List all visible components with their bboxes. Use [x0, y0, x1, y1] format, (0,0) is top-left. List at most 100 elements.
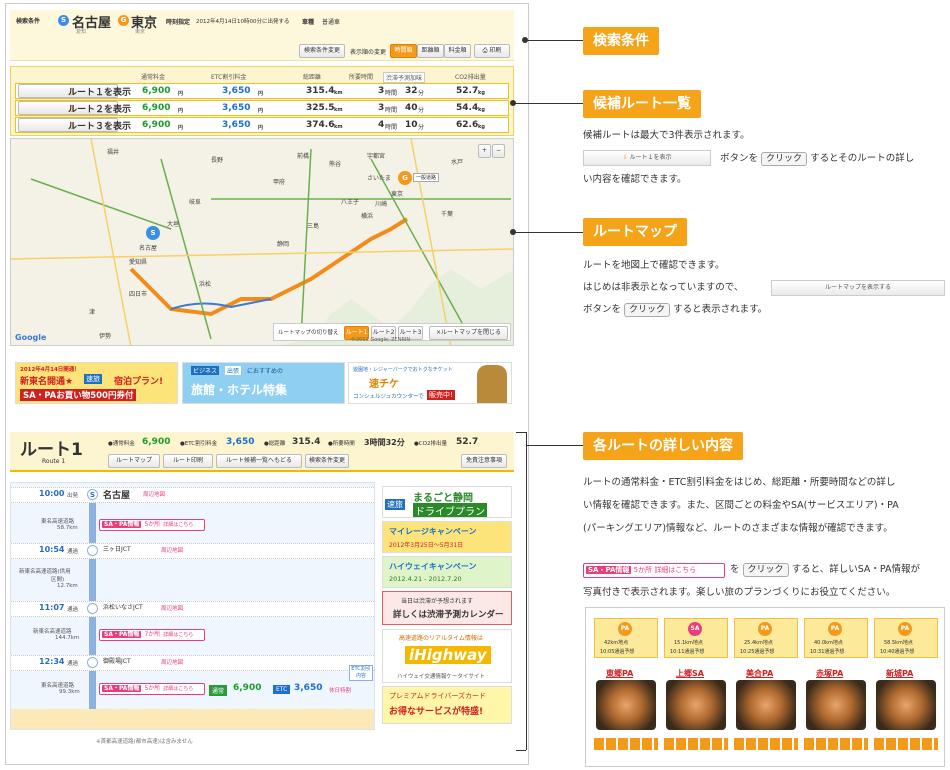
desc-routes-3: い内容を確認できます。	[583, 174, 687, 185]
sa-pa-name[interactable]: 赤塚PA	[816, 668, 843, 679]
ad-shizuoka[interactable]: 速旅 まるごと静岡 ドライブプラン	[382, 486, 512, 518]
route-print-button[interactable]: ルート印刷	[163, 454, 213, 468]
sa-pa-name[interactable]: 上郷SA	[676, 668, 704, 679]
segment-distance: 12.7km	[57, 583, 78, 589]
map-place-label: さいたま	[367, 175, 391, 182]
banner1-line4: 宿泊プラン!	[114, 377, 164, 387]
tag-search-conditions: 検索条件	[583, 27, 659, 55]
connector-detail	[526, 445, 583, 446]
sa-pa-card[interactable]: PA 42km地点 10:05通過予想 東郷PA	[594, 618, 658, 750]
change-conditions-button[interactable]: 検索条件変更	[299, 44, 345, 58]
sample-route-button: ⇩ ルート１を表示	[583, 150, 711, 166]
concierge-illustration	[477, 365, 507, 403]
banner-tickets[interactable]: 遊園地・レジャーパークでおトクなチケット 速チケ コンシェルジュカウンターで 販…	[348, 362, 512, 404]
sa-pa-facility-icons	[594, 738, 658, 750]
sa-pa-name[interactable]: 美合PA	[746, 668, 773, 679]
timeline-status: 通過	[67, 549, 79, 555]
from-sub: 愛知	[76, 29, 87, 35]
timeline-map-link[interactable]: 周辺地図	[161, 658, 183, 666]
route-map[interactable]: 福井 岐阜 名古屋 愛知県 静岡 浜松 三島 横浜 東京 川崎 甲府 長野 前橋 宇都宮 水戸 千葉 四日市津伊…	[10, 138, 514, 346]
banner3-line3: コンシェルジュカウンターで	[353, 394, 424, 400]
car-label: 車種	[302, 19, 315, 26]
timeline-time: 10:54	[39, 545, 65, 554]
sa-pa-info-button[interactable]: SA・PA情報 7か所 詳細はこちら	[99, 629, 205, 641]
ad-premium-card[interactable]: プレミアムドライバーズカード お得なサービスが特盛!	[382, 686, 512, 724]
timeline-map-link[interactable]: 周辺地図	[143, 490, 165, 498]
sa-pa-facility-icons	[664, 738, 728, 750]
search-label: 検索条件	[16, 18, 41, 25]
disclaimer-button[interactable]: 免責注意事項	[461, 454, 507, 468]
etc-discount-box[interactable]: ETC割引内容	[349, 665, 373, 681]
route-co2: 54.4	[456, 103, 479, 113]
sa-pa-label: SA・PA情報	[102, 521, 142, 528]
sa-pa-info-button[interactable]: SA・PA情報 5か所 詳細はこちら	[99, 519, 205, 531]
show-route-label: ルート３を表示	[68, 122, 132, 132]
sa-pa-name[interactable]: 新城PA	[886, 668, 913, 679]
timeline-map-link[interactable]: 周辺地図	[161, 604, 183, 612]
print-button[interactable]: ⎙ 印刷	[474, 44, 510, 58]
sample-sa-count: 5か所	[633, 566, 653, 574]
route-time-unit1: 時間	[385, 124, 398, 131]
banner1-line3: SA・PAお買い物500円券付	[20, 389, 137, 401]
sa-pa-card[interactable]: PA 40.0km地点 10:31通過予想 赤塚PA	[804, 618, 868, 750]
click-label-1: クリック	[761, 152, 808, 166]
connector-routes-dot	[510, 100, 516, 106]
timeline-map-link[interactable]: 周辺地図	[161, 546, 183, 554]
show-route-2-button[interactable]: ⇩ ルート２を表示	[18, 101, 131, 115]
sa-pa-gallery: PA 42km地点 10:05通過予想 東郷PA SA 15.1km地点 10:11通過予想…	[585, 607, 945, 767]
col-congestion[interactable]: 渋滞予測加味	[383, 72, 426, 83]
sa-pa-card[interactable]: SA 15.1km地点 10:11通過予想 上郷SA	[664, 618, 728, 750]
sort-time-button[interactable]: 時間順	[390, 44, 417, 58]
route-distance: 374.6	[306, 120, 335, 130]
map-goal-marker[interactable]: G	[398, 171, 412, 185]
desc-detail-2: い情報を確認できます。また、区間ごとの料金やSA(サービスエリア)・PA	[583, 500, 899, 511]
ad5-logo: iHighway	[405, 646, 491, 664]
banner-business-hotel[interactable]: ビジネス 出張 におすすめの 旅館・ホテル特集	[182, 362, 345, 404]
zoom-out-icon[interactable]: −	[492, 144, 505, 158]
segment-distance: 99.3km	[59, 689, 80, 695]
sa-pa-name[interactable]: 東郷PA	[606, 668, 633, 679]
detail-co2: 52.7	[456, 437, 479, 447]
time-value: 2012年4月14日10時00分に出発する	[196, 19, 290, 25]
sample-sa-badge-label: SA・PA情報	[586, 566, 632, 574]
sa-pa-info-button[interactable]: SA・PA情報 5か所 詳細はこちら	[99, 683, 205, 695]
map-start-marker[interactable]: S	[146, 226, 160, 240]
map-place-label: 岐阜	[189, 199, 202, 206]
sort-distance-button[interactable]: 距離順	[417, 44, 444, 58]
timeline-status: 通過	[67, 607, 79, 613]
goal-icon: G	[118, 15, 129, 26]
banner3-line1: 遊園地・レジャーパークでおトクなチケット	[353, 367, 453, 373]
route-row: ⇩ ルート１を表示 6,900 円 3,650 円 315.4 km 3 時間 32 分 52.7 kg	[15, 83, 509, 99]
close-map-button[interactable]: ×ルートマップを閉じる	[429, 326, 508, 340]
banner-new-tomei[interactable]: 2012年4月14日開通！ 新東名開通★ 速旅 宿泊プラン! SA・PAお買い物…	[15, 362, 178, 404]
change-search-button[interactable]: 検索条件変更	[305, 454, 349, 468]
sa-pa-card[interactable]: PA 25.4km地点 10:25通過予想 美合PA	[734, 618, 798, 750]
desc-detail-4: を クリック すると、詳しいSA・PA情報が	[730, 560, 920, 579]
back-to-list-button[interactable]: ルート候補一覧へもどる	[216, 454, 302, 468]
map-place-label: 千葉	[441, 211, 454, 218]
sa-pa-type-icon: SA	[688, 622, 702, 636]
zoom-in-icon[interactable]: +	[478, 144, 491, 158]
connector-routes	[513, 103, 583, 104]
show-route-1-button[interactable]: ⇩ ルート１を表示	[18, 84, 131, 98]
sa-pa-link: 詳細はこちら	[163, 686, 194, 692]
ad-congestion-calendar[interactable]: 当日は渋滞が予想されます 詳しくは渋滞予測カレンダー	[382, 591, 512, 625]
map-place-label: 浜松	[199, 281, 212, 288]
segment-road: 新東名高速道路	[33, 629, 72, 635]
ad-highway-campaign[interactable]: ハイウェイキャンペーン 2012.4.21 - 2012.7.20	[382, 556, 512, 588]
sa-pa-type-icon: PA	[898, 622, 912, 636]
timeline-footnote: ※首都高速道路(都市高速)は含みません	[96, 739, 193, 745]
timeline-node-row	[11, 655, 374, 671]
sa-pa-link: 詳細はこちら	[163, 522, 194, 528]
ad-mileage[interactable]: マイレージキャンペーン 2012年3月25日〜5月31日	[382, 521, 512, 553]
ad-ihighway[interactable]: 高速道路のリアルタイム情報は iHighway ハイウェイ交通情報ケータイサイト	[382, 629, 512, 683]
route-fare-unit: 円	[178, 91, 184, 97]
sa-pa-eta: 10:11通過予想	[670, 649, 705, 655]
timeline-place: 三ヶ日JCT	[103, 546, 131, 553]
map-place-label: 水戸	[451, 159, 464, 166]
map-label-road: 一般道路	[413, 173, 440, 182]
sort-fare-button[interactable]: 料金順	[444, 44, 471, 58]
show-route-3-button[interactable]: ⇩ ルート３を表示	[18, 118, 131, 132]
sa-pa-card[interactable]: PA 58.5km地点 10:40通過予想 新城PA	[874, 618, 938, 750]
route-map-button[interactable]: ルートマップ	[108, 454, 160, 468]
